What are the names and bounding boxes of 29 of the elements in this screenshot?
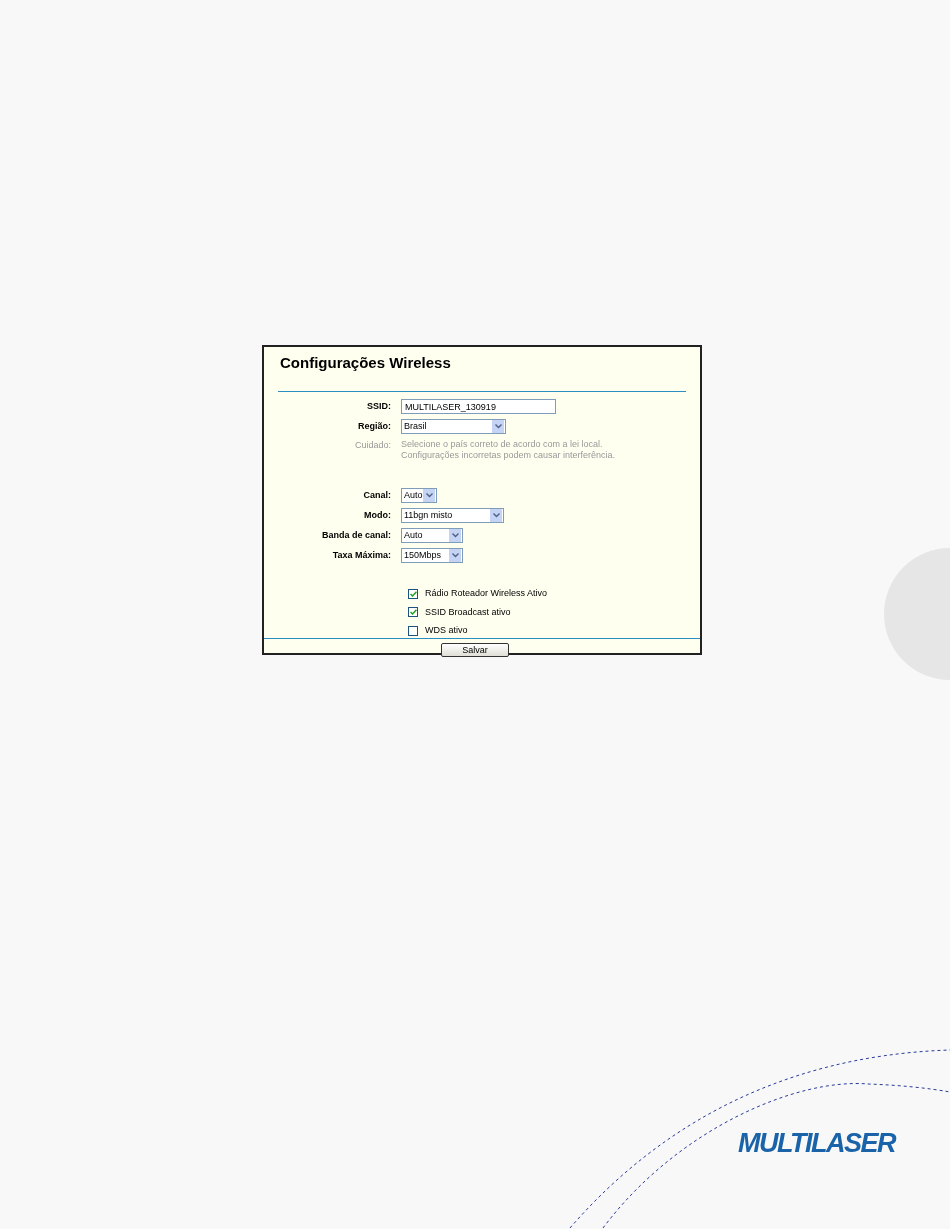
dropdown-select[interactable]: Auto bbox=[401, 488, 437, 503]
dropdown-select[interactable]: Brasil bbox=[401, 419, 506, 434]
field-label: Banda de canal: bbox=[320, 528, 392, 542]
checkbox-label: Rádio Roteador Wireless Ativo bbox=[425, 587, 548, 600]
dropdown-caret-icon bbox=[490, 509, 502, 522]
caution-text: Configurações incorretas podem causar interferência. bbox=[401, 450, 616, 461]
checkbox[interactable] bbox=[408, 607, 418, 618]
field-label: Canal: bbox=[362, 488, 392, 502]
checkbox-label: WDS ativo bbox=[425, 624, 468, 637]
caution-text: Selecione o país correto de acordo com a lei local. bbox=[401, 439, 604, 450]
dropdown-caret-icon bbox=[423, 489, 435, 502]
dropdown-select[interactable]: Auto bbox=[401, 528, 463, 543]
brand-logo: MULTILASER bbox=[738, 1128, 895, 1158]
dropdown-select[interactable]: 11bgn misto bbox=[401, 508, 504, 523]
dropdown-caret-icon bbox=[492, 420, 504, 433]
checkbox[interactable] bbox=[408, 588, 418, 599]
field-label: Taxa Máxima: bbox=[331, 548, 392, 562]
field-label: Modo: bbox=[363, 508, 392, 522]
field-label: Região: bbox=[357, 419, 392, 433]
field-label: SSID: bbox=[366, 399, 392, 413]
dropdown-caret-icon bbox=[449, 549, 461, 562]
ssid-input[interactable]: MULTILASER_130919 bbox=[401, 399, 556, 414]
dropdown-select[interactable]: 150Mbps bbox=[401, 548, 463, 563]
field-label: Cuidado: bbox=[353, 439, 392, 452]
dropdown-caret-icon bbox=[449, 529, 461, 542]
panel-title: Configurações Wireless bbox=[279, 353, 452, 372]
checkbox-label: SSID Broadcast ativo bbox=[425, 605, 511, 619]
checkbox[interactable] bbox=[408, 625, 418, 636]
save-button[interactable]: Salvar bbox=[441, 642, 509, 657]
